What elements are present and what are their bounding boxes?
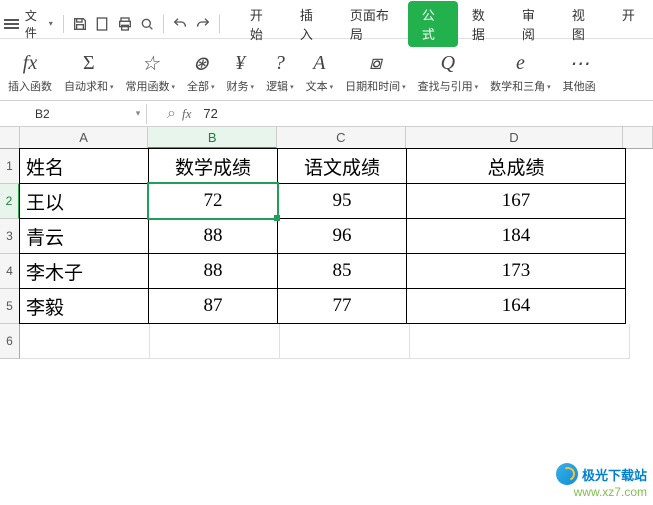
file-menu[interactable]: 文件	[21, 7, 57, 41]
col-header-D[interactable]: D	[406, 127, 624, 149]
ribbon-逻辑[interactable]: ?逻辑	[260, 44, 300, 100]
tab-开始[interactable]: 开始	[236, 1, 286, 47]
ribbon: fx插入函数Σ自动求和☆常用函数⊛全部¥财务?逻辑A文本⧇日期和时间Q查找与引用…	[0, 39, 653, 101]
cell[interactable]: 数学成绩	[148, 148, 278, 184]
ribbon-label: 日期和时间	[345, 78, 406, 94]
cell[interactable]: 青云	[19, 218, 149, 254]
watermark: 极光下载站 www.xz7.com	[556, 463, 647, 499]
ribbon-label: 自动求和	[64, 78, 114, 94]
tab-插入[interactable]: 插入	[286, 1, 336, 47]
ribbon-其他函[interactable]: ⋯其他函	[557, 44, 602, 100]
save-icon[interactable]	[70, 13, 90, 35]
undo-icon[interactable]	[170, 13, 190, 35]
cell[interactable]	[280, 324, 410, 359]
ribbon-文本[interactable]: A文本	[300, 44, 340, 100]
ribbon-label: 其他函	[563, 78, 596, 94]
cell[interactable]: 184	[406, 218, 626, 254]
cell[interactable]: 总成绩	[406, 148, 626, 184]
ribbon-icon: ⊛	[192, 50, 209, 78]
print-icon[interactable]	[114, 13, 134, 35]
cell[interactable]: 87	[148, 288, 278, 324]
cell[interactable]	[410, 324, 630, 359]
ribbon-label: 文本	[306, 78, 334, 94]
ribbon-icon: ⧇	[369, 50, 382, 78]
ribbon-icon: ¥	[235, 50, 245, 78]
ribbon-icon: Q	[441, 50, 455, 78]
ribbon-label: 逻辑	[266, 78, 294, 94]
col-header-B[interactable]: B	[148, 127, 277, 149]
cell[interactable]	[20, 324, 150, 359]
col-header-C[interactable]: C	[277, 127, 406, 149]
ribbon-插入函数[interactable]: fx插入函数	[2, 44, 58, 100]
ribbon-icon: ⋯	[569, 50, 589, 78]
fx-icon[interactable]: fx	[182, 106, 191, 122]
cell[interactable]: 72	[148, 183, 278, 219]
cell[interactable]: 85	[277, 253, 407, 289]
select-all-corner[interactable]	[0, 127, 20, 149]
cell[interactable]: 李木子	[19, 253, 149, 289]
new-icon[interactable]	[92, 13, 112, 35]
cell[interactable]: 95	[277, 183, 407, 219]
formula-input[interactable]	[197, 106, 497, 121]
ribbon-自动求和[interactable]: Σ自动求和	[58, 44, 120, 100]
ribbon-label: 查找与引用	[418, 78, 479, 94]
ribbon-日期和时间[interactable]: ⧇日期和时间	[339, 44, 412, 100]
ribbon-tabs: 开始插入页面布局公式数据审阅视图开	[236, 1, 649, 47]
ribbon-label: 全部	[187, 78, 215, 94]
cell[interactable]: 88	[148, 218, 278, 254]
ribbon-数学和三角[interactable]: e数学和三角	[484, 44, 557, 100]
redo-icon[interactable]	[193, 13, 213, 35]
cell[interactable]	[150, 324, 280, 359]
tab-数据[interactable]: 数据	[458, 1, 508, 47]
row-header-5[interactable]: 5	[0, 289, 20, 324]
menubar: 文件 开始插入页面布局公式数据审阅视图开	[0, 9, 653, 39]
ribbon-icon: e	[516, 50, 525, 78]
ribbon-查找与引用[interactable]: Q查找与引用	[412, 44, 485, 100]
namebox-dropdown-icon[interactable]: ▾	[130, 108, 146, 119]
preview-icon[interactable]	[137, 13, 157, 35]
cell[interactable]: 77	[277, 288, 407, 324]
cell[interactable]: 李毅	[19, 288, 149, 324]
ribbon-icon: ☆	[141, 50, 159, 78]
cell[interactable]: 88	[148, 253, 278, 289]
tab-审阅[interactable]: 审阅	[508, 1, 558, 47]
hamburger-icon[interactable]	[4, 19, 19, 29]
col-header-A[interactable]: A	[20, 127, 149, 149]
ribbon-label: 常用函数	[126, 78, 176, 94]
cell[interactable]: 姓名	[19, 148, 149, 184]
tab-视图[interactable]: 视图	[558, 1, 608, 47]
row-header-2[interactable]: 2	[0, 184, 20, 219]
ribbon-icon: A	[313, 50, 325, 78]
ribbon-icon: ?	[275, 50, 285, 78]
tab-公式[interactable]: 公式	[408, 1, 458, 47]
ribbon-label: 插入函数	[8, 78, 52, 94]
ribbon-财务[interactable]: ¥财务	[221, 44, 261, 100]
name-box[interactable]	[0, 107, 130, 121]
cell[interactable]: 王以	[19, 183, 149, 219]
cell[interactable]: 语文成绩	[277, 148, 407, 184]
ribbon-icon: Σ	[83, 50, 95, 78]
cell[interactable]: 164	[406, 288, 626, 324]
row-header-4[interactable]: 4	[0, 254, 20, 289]
ribbon-常用函数[interactable]: ☆常用函数	[120, 44, 182, 100]
cell[interactable]: 167	[406, 183, 626, 219]
tab-开[interactable]: 开	[608, 1, 649, 47]
ribbon-icon: fx	[23, 50, 37, 78]
formula-bar: ▾ ⌕ fx	[0, 101, 653, 127]
search-icon[interactable]: ⌕	[167, 105, 176, 123]
ribbon-label: 财务	[227, 78, 255, 94]
row-header-3[interactable]: 3	[0, 219, 20, 254]
cell[interactable]: 173	[406, 253, 626, 289]
ribbon-全部[interactable]: ⊛全部	[181, 44, 221, 100]
col-header[interactable]	[623, 127, 653, 149]
fill-handle[interactable]	[274, 215, 280, 221]
watermark-logo-icon	[556, 463, 578, 485]
row-header-6[interactable]: 6	[0, 324, 20, 359]
ribbon-label: 数学和三角	[490, 78, 551, 94]
tab-页面布局[interactable]: 页面布局	[336, 1, 408, 47]
cell[interactable]: 96	[277, 218, 407, 254]
spreadsheet[interactable]: ABCD 1姓名数学成绩语文成绩总成绩 2王以7295167 3青云8896184 4…	[0, 127, 653, 359]
row-header-1[interactable]: 1	[0, 149, 20, 184]
